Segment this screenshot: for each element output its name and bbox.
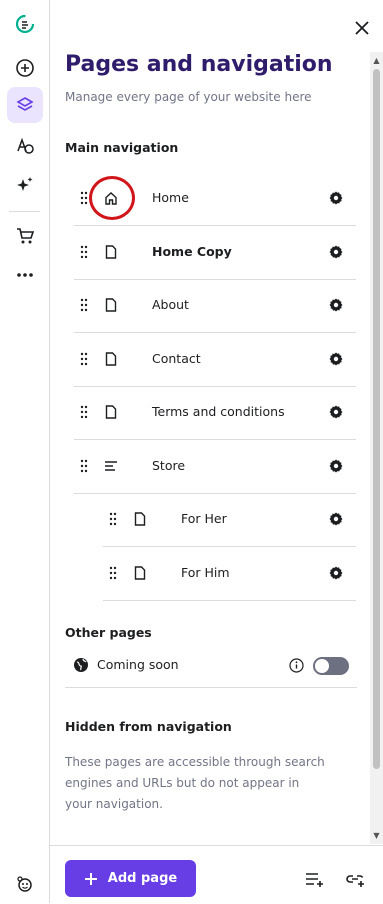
page-settings-gear-icon[interactable]: [328, 190, 344, 206]
more-options-icon[interactable]: [7, 257, 43, 293]
drag-handle-icon[interactable]: [80, 298, 88, 312]
info-icon[interactable]: [289, 658, 304, 673]
nav-item-for-her[interactable]: For Her: [103, 493, 356, 547]
page-icon: [131, 510, 149, 528]
page-settings-gear-icon[interactable]: [328, 511, 344, 527]
nav-item-contact[interactable]: Contact: [74, 333, 356, 387]
nav-item-label: Terms and conditions: [152, 404, 285, 419]
page-icon: [102, 350, 120, 368]
scroll-down-arrow-icon[interactable]: ▼: [370, 831, 383, 840]
coming-soon-toggle[interactable]: [313, 657, 349, 675]
nav-item-label: Store: [152, 458, 186, 473]
page-settings-gear-icon[interactable]: [328, 404, 344, 420]
page-icon: [102, 243, 120, 261]
ai-sparkle-icon[interactable]: [7, 167, 43, 203]
page-settings-gear-icon[interactable]: [328, 351, 344, 367]
page-icon: [102, 403, 120, 421]
drag-handle-icon[interactable]: [80, 191, 88, 205]
nav-item-label: About: [152, 297, 189, 312]
page-icon: [131, 564, 149, 582]
checklist-logo-icon[interactable]: [7, 6, 43, 42]
nav-item-about[interactable]: About: [74, 279, 356, 333]
rail-divider: [9, 211, 40, 212]
highlight-annotation-circle: [89, 176, 135, 220]
nav-item-terms[interactable]: Terms and conditions: [74, 386, 356, 440]
drag-handle-icon[interactable]: [80, 352, 88, 366]
page-settings-gear-icon[interactable]: [328, 458, 344, 474]
page-settings-gear-icon[interactable]: [328, 565, 344, 581]
toggle-knob: [315, 659, 329, 673]
scrollbar-thumb[interactable]: [373, 69, 380, 769]
nav-item-label: For Him: [181, 565, 230, 580]
nav-item-store[interactable]: Store: [74, 440, 356, 494]
add-page-label: Add page: [107, 871, 178, 886]
panel-subtitle: Manage every page of your website here: [65, 90, 312, 104]
panel-footer: Add page: [50, 845, 383, 904]
page-settings-gear-icon[interactable]: [328, 297, 344, 313]
left-sidebar-rail: [0, 0, 50, 903]
hidden-navigation-heading: Hidden from navigation: [65, 719, 232, 734]
drag-handle-icon[interactable]: [80, 459, 88, 473]
nav-item-label: Home Copy: [152, 244, 232, 259]
drag-handle-icon[interactable]: [80, 245, 88, 259]
hidden-navigation-description: These pages are accessible through searc…: [65, 755, 325, 811]
add-link-icon[interactable]: [344, 868, 366, 890]
add-page-button[interactable]: Add page: [65, 860, 196, 897]
scrollbar[interactable]: ▲ ▼: [370, 52, 383, 844]
drag-handle-icon[interactable]: [109, 512, 117, 526]
styles-palette-icon[interactable]: [7, 128, 43, 164]
other-page-label: Coming soon: [97, 657, 179, 672]
page-settings-gear-icon[interactable]: [328, 244, 344, 260]
add-list-item-icon[interactable]: [303, 868, 325, 890]
nav-item-label: For Her: [181, 511, 227, 526]
nav-item-label: Home: [152, 190, 189, 205]
page-icon: [102, 296, 120, 314]
plus-icon: [84, 872, 97, 885]
drag-handle-icon[interactable]: [80, 405, 88, 419]
shopping-cart-icon[interactable]: [7, 218, 43, 254]
nav-item-label: Contact: [152, 351, 201, 366]
other-page-coming-soon[interactable]: Coming soon: [65, 652, 357, 688]
nav-item-home-copy[interactable]: Home Copy: [74, 226, 356, 280]
globe-icon: [74, 658, 88, 672]
pages-navigation-panel: ▲ ▼ Pages and navigation Manage every pa…: [50, 0, 383, 904]
other-pages-heading: Other pages: [65, 625, 152, 640]
scroll-up-arrow-icon[interactable]: ▲: [370, 56, 383, 65]
store-lines-icon: [102, 457, 120, 475]
main-navigation-heading: Main navigation: [65, 140, 179, 155]
add-element-icon[interactable]: [7, 50, 43, 86]
layers-pages-icon[interactable]: [7, 87, 43, 123]
drag-handle-icon[interactable]: [109, 566, 117, 580]
close-icon[interactable]: [350, 16, 374, 40]
panel-title: Pages and navigation: [65, 52, 333, 77]
help-support-icon[interactable]: [7, 866, 43, 902]
nav-item-for-him[interactable]: For Him: [103, 547, 356, 601]
